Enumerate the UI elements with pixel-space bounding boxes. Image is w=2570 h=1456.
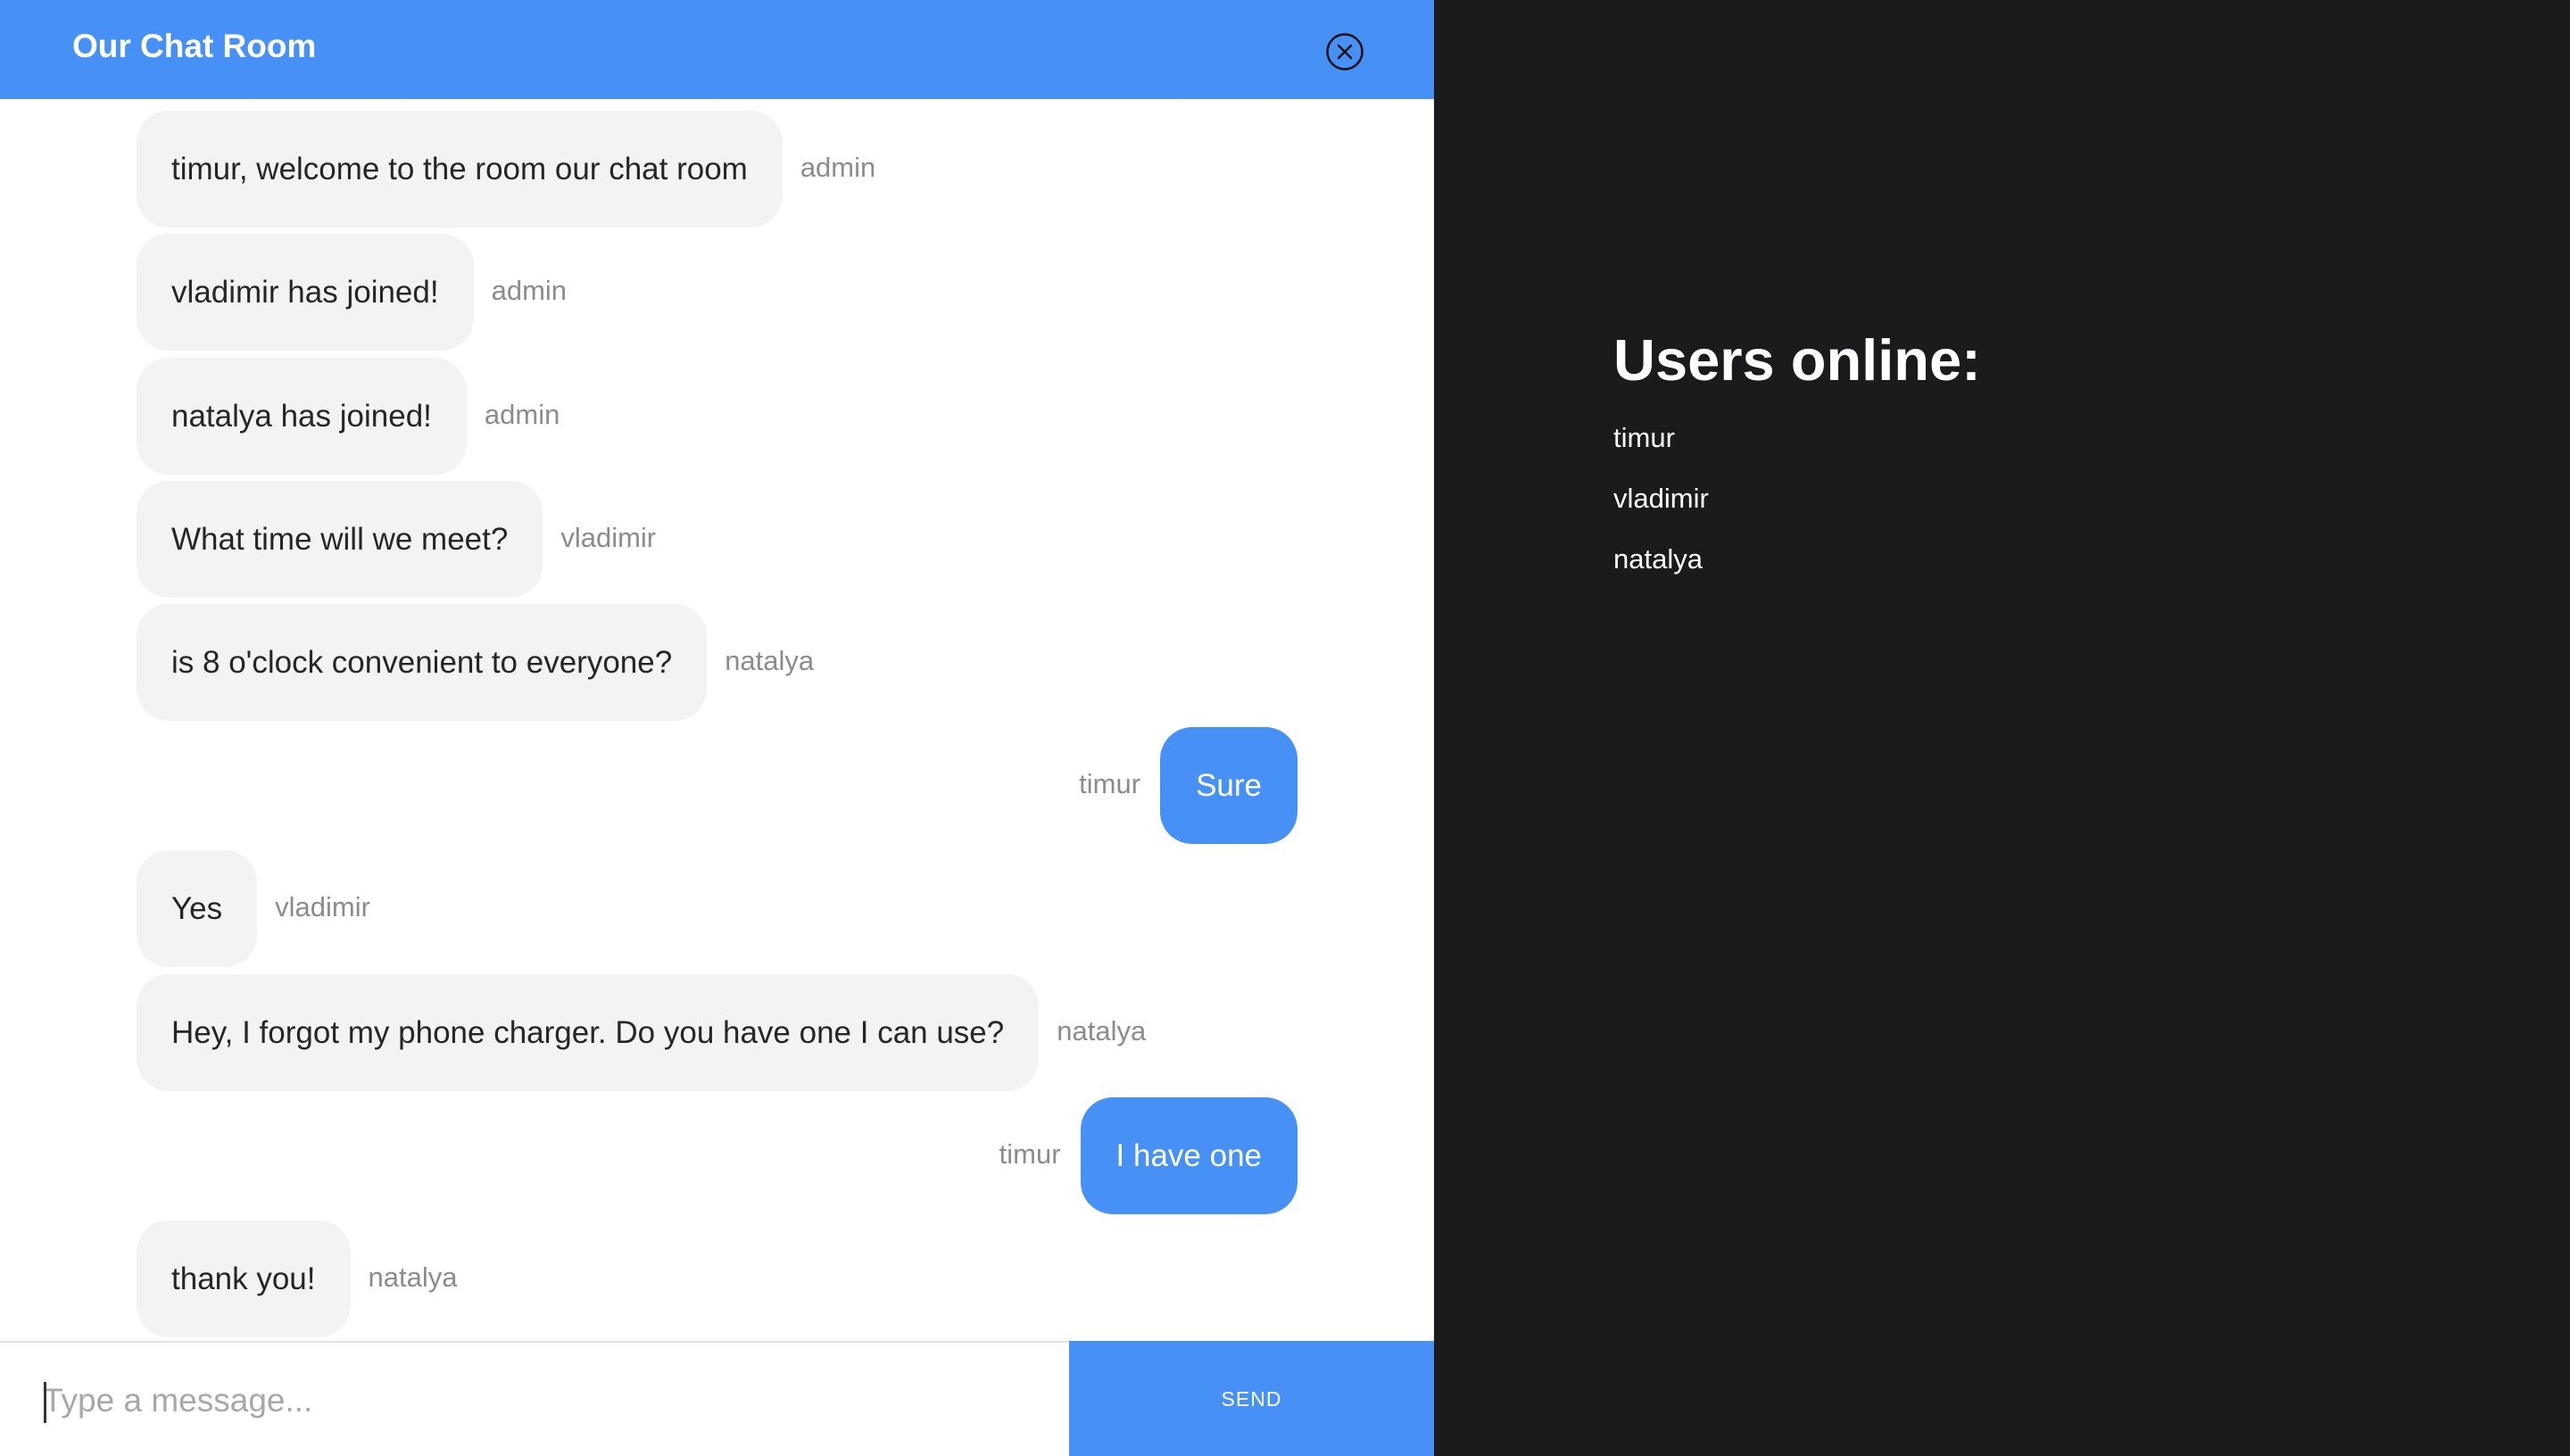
message-sender: natalya — [725, 644, 815, 676]
message-sender: vladimir — [560, 521, 657, 553]
message-bubble-own: Sure — [1160, 727, 1297, 844]
message-sender: natalya — [1057, 1014, 1147, 1046]
message-item-own: Sure timur — [1079, 727, 1297, 844]
message-sender: admin — [491, 274, 568, 306]
message-item: thank you! natalya — [137, 1220, 457, 1337]
close-button[interactable] — [1325, 32, 1364, 71]
users-panel: Users online: timur vladimir natalya — [1434, 0, 2570, 1456]
message-input[interactable] — [43, 1361, 1069, 1441]
message-bubble-own: I have one — [1080, 1097, 1297, 1214]
message-sender: admin — [484, 398, 560, 430]
message-bubble: is 8 o'clock convenient to everyone? — [137, 604, 708, 721]
message-composer: SEND — [0, 1341, 1434, 1456]
message-list[interactable]: timur, welcome to the room our chat room… — [0, 99, 1434, 1341]
message-bubble: Yes — [137, 850, 258, 967]
chat-panel: Our Chat Room timur, welcome to the room… — [0, 0, 1434, 1456]
message-bubble: thank you! — [137, 1220, 351, 1337]
message-item: Hey, I forgot my phone charger. Do you h… — [137, 974, 1146, 1091]
close-circle-icon — [1326, 33, 1364, 70]
user-list-item: natalya — [1613, 543, 1703, 575]
user-list-item: vladimir — [1613, 483, 1709, 514]
message-sender: timur — [999, 1138, 1061, 1170]
message-item: What time will we meet? vladimir — [137, 481, 656, 598]
message-bubble: What time will we meet? — [137, 481, 543, 598]
text-caret — [44, 1382, 46, 1423]
message-item: vladimir has joined! admin — [137, 234, 567, 351]
message-sender: timur — [1079, 767, 1141, 799]
message-bubble: vladimir has joined! — [137, 234, 474, 351]
message-sender: natalya — [368, 1261, 458, 1293]
message-item: timur, welcome to the room our chat room… — [137, 111, 875, 228]
page-title: Our Chat Room — [72, 28, 317, 64]
message-item-own: I have one timur — [999, 1097, 1297, 1214]
message-bubble: timur, welcome to the room our chat room — [137, 111, 783, 228]
message-bubble: Hey, I forgot my phone charger. Do you h… — [137, 974, 1040, 1091]
message-sender: admin — [800, 151, 876, 183]
message-item: natalya has joined! admin — [137, 358, 560, 475]
message-item: Yes vladimir — [137, 850, 370, 967]
message-sender: vladimir — [275, 890, 370, 922]
users-online-title: Users online: — [1613, 327, 1981, 393]
user-list-item: timur — [1613, 422, 1675, 453]
chat-header: Our Chat Room — [0, 0, 1434, 99]
send-button[interactable]: SEND — [1069, 1341, 1434, 1456]
message-bubble: natalya has joined! — [137, 358, 467, 475]
message-item: is 8 o'clock convenient to everyone? nat… — [137, 604, 814, 721]
